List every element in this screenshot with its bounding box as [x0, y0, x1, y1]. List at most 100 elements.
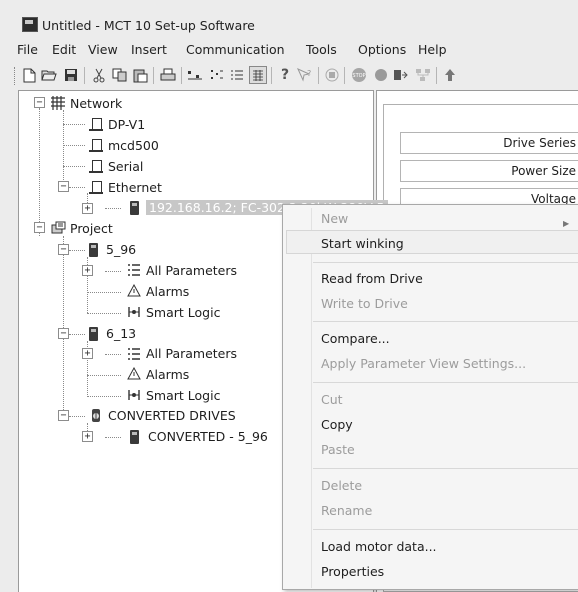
tree-node-all-parameters[interactable]: All Parameters — [146, 263, 237, 278]
menu-view[interactable]: View — [88, 42, 118, 57]
large-icons-icon[interactable] — [186, 66, 204, 84]
menu-item-delete[interactable]: Delete — [321, 478, 362, 493]
menu-item-start-winking[interactable]: Start winking — [321, 236, 404, 251]
tree-line — [69, 334, 85, 335]
network-collapse-toggle[interactable]: − — [34, 97, 45, 108]
menu-item-read-from-drive[interactable]: Read from Drive — [321, 271, 423, 286]
all-parameters-expand-toggle[interactable]: + — [82, 348, 93, 359]
tree-node-6-13[interactable]: 6_13 — [106, 326, 136, 341]
toolbar-separator — [271, 67, 272, 84]
menu-options[interactable]: Options — [358, 42, 406, 57]
tree-node-alarms[interactable]: Alarms — [146, 284, 189, 299]
stop-icon[interactable]: STOP — [350, 66, 368, 84]
menu-insert[interactable]: Insert — [131, 42, 167, 57]
tree-node-alarms[interactable]: Alarms — [146, 367, 189, 382]
tree-node-project[interactable]: Project — [70, 221, 113, 236]
tree-node-ethernet[interactable]: Ethernet — [108, 180, 162, 195]
details-view-icon[interactable] — [249, 66, 267, 84]
menu-separator — [313, 382, 578, 383]
menu-item-paste[interactable]: Paste — [321, 442, 355, 457]
menu-icon-gutter — [311, 208, 312, 588]
drive-icon — [89, 243, 98, 257]
context-help-icon[interactable]: ? — [296, 66, 314, 84]
fieldbus-icon — [89, 118, 103, 132]
drive-icon — [130, 201, 139, 215]
drive-series-field: Drive Series — [400, 132, 578, 154]
svg-text:STOP: STOP — [352, 73, 365, 79]
tree-node-smart-logic[interactable]: Smart Logic — [146, 305, 220, 320]
menu-item-cut[interactable]: Cut — [321, 392, 343, 407]
menu-item-apply-parameter-view-settings[interactable]: Apply Parameter View Settings... — [321, 356, 526, 371]
menu-edit[interactable]: Edit — [52, 42, 76, 57]
drive-icon — [130, 430, 139, 444]
menu-item-load-motor-data[interactable]: Load motor data... — [321, 539, 437, 554]
context-menu: New ▶ Start winking Read from Drive Writ… — [282, 204, 578, 590]
tree-line — [63, 166, 85, 167]
menu-item-rename[interactable]: Rename — [321, 503, 372, 518]
drive-icon — [89, 327, 98, 341]
save-icon[interactable] — [62, 66, 80, 84]
list-view-icon[interactable] — [228, 66, 246, 84]
menu-tools[interactable]: Tools — [306, 42, 337, 57]
fieldbus-icon — [89, 181, 103, 195]
toolbar-separator — [153, 67, 154, 84]
tree-node-5-96[interactable]: 5_96 — [106, 242, 136, 257]
project-icon — [51, 221, 66, 235]
menu-communication[interactable]: Communication — [186, 42, 285, 57]
tree-node-converted-drives[interactable]: CONVERTED DRIVES — [108, 408, 236, 423]
tree-node-smart-logic[interactable]: Smart Logic — [146, 388, 220, 403]
smart-logic-icon — [127, 388, 141, 402]
help-icon[interactable]: ? — [276, 66, 294, 84]
record-icon[interactable] — [372, 66, 390, 84]
copy-icon[interactable] — [110, 66, 128, 84]
drive-6-13-collapse-toggle[interactable]: − — [58, 328, 69, 339]
tree-node-converted-5-96[interactable]: CONVERTED - 5_96 — [148, 429, 268, 444]
open-folder-icon[interactable] — [40, 66, 58, 84]
mct10-app-icon — [22, 17, 38, 32]
ethernet-collapse-toggle[interactable]: − — [58, 181, 69, 192]
menu-separator — [313, 468, 578, 469]
fieldbus-icon — [89, 160, 103, 174]
tree-node-mcd500[interactable]: mcd500 — [108, 138, 159, 153]
network-scan-icon[interactable] — [414, 66, 432, 84]
tree-line — [105, 208, 121, 209]
drive-5-96-collapse-toggle[interactable]: − — [58, 244, 69, 255]
new-document-icon[interactable] — [20, 66, 38, 84]
title-bar: Untitled - MCT 10 Set-up Software — [0, 0, 578, 36]
tree-node-serial[interactable]: Serial — [108, 159, 143, 174]
menu-file[interactable]: File — [17, 42, 38, 57]
tree-line — [87, 292, 121, 293]
project-collapse-toggle[interactable]: − — [34, 222, 45, 233]
converted-drives-icon — [89, 408, 103, 422]
tree-node-dp-v1[interactable]: DP-V1 — [108, 117, 145, 132]
tree-node-network[interactable]: Network — [70, 96, 122, 111]
menu-item-write-to-drive[interactable]: Write to Drive — [321, 296, 408, 311]
drive-connect-icon[interactable] — [323, 66, 341, 84]
print-icon[interactable] — [159, 66, 177, 84]
converted-drive-expand-toggle[interactable]: + — [82, 431, 93, 442]
all-parameters-expand-toggle[interactable]: + — [82, 265, 93, 276]
fieldbus-icon — [89, 139, 103, 153]
upload-arrow-icon[interactable] — [441, 66, 459, 84]
small-icons-icon[interactable] — [208, 66, 226, 84]
toolbar-separator — [344, 67, 345, 84]
tree-line — [39, 108, 40, 236]
menu-item-copy[interactable]: Copy — [321, 417, 353, 432]
drive-transfer-icon[interactable] — [392, 66, 410, 84]
menu-bar: File Edit View Insert Communication Tool… — [0, 36, 578, 62]
drive-expand-toggle[interactable]: + — [82, 203, 93, 214]
cut-icon[interactable] — [90, 66, 108, 84]
menu-item-new[interactable]: New — [321, 211, 348, 226]
converted-drives-collapse-toggle[interactable]: − — [58, 410, 69, 421]
toolbar-grip[interactable] — [14, 67, 17, 85]
smart-logic-icon — [127, 305, 141, 319]
menu-item-properties[interactable]: Properties — [321, 564, 384, 579]
parameter-list-icon — [127, 347, 141, 361]
menu-separator — [313, 262, 578, 263]
tree-line — [63, 236, 64, 416]
tree-line — [87, 396, 121, 397]
tree-node-all-parameters[interactable]: All Parameters — [146, 346, 237, 361]
menu-help[interactable]: Help — [418, 42, 447, 57]
paste-icon[interactable] — [131, 66, 149, 84]
menu-item-compare[interactable]: Compare... — [321, 331, 390, 346]
